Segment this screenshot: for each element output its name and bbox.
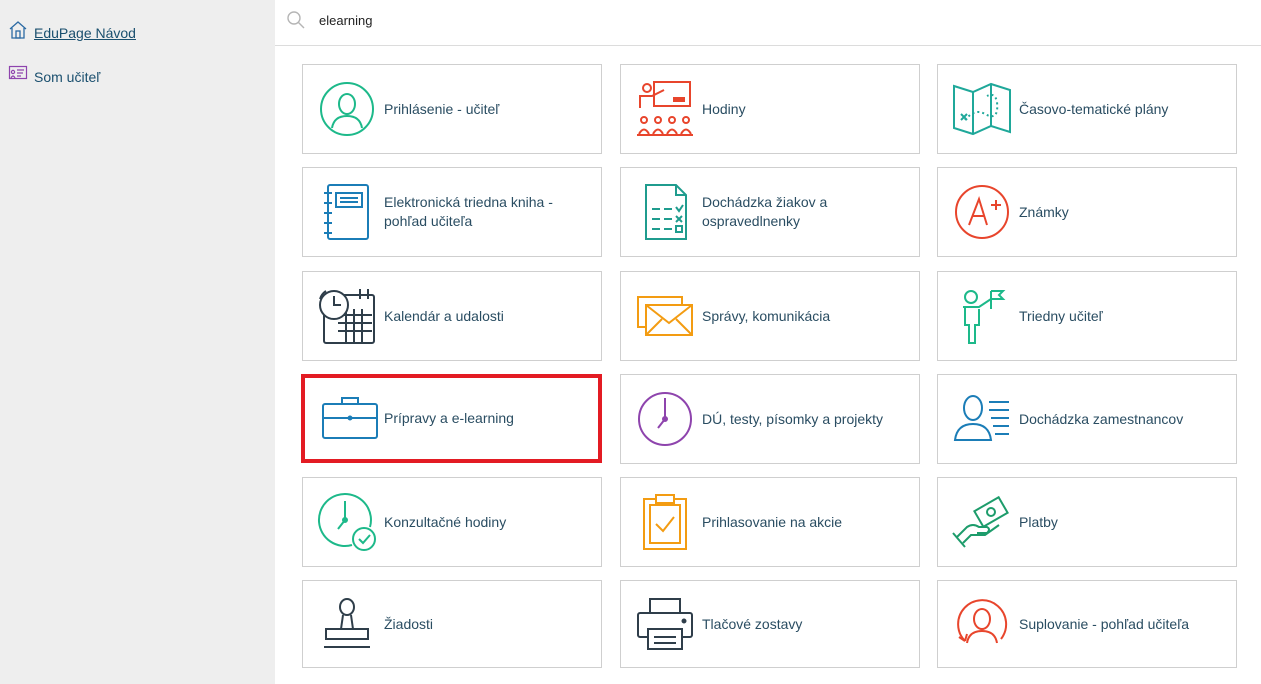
tile-tlacove-zostavy[interactable]: Tlačové zostavy <box>620 580 920 668</box>
tile-label: Žiadosti <box>384 615 434 632</box>
tile-label: DÚ, testy, písomky a projekty <box>702 410 884 427</box>
consult-clock-check-icon <box>316 491 378 553</box>
classroom-lesson-icon <box>634 78 696 140</box>
tile-spravy-komunikacia[interactable]: Správy, komunikácia <box>620 271 920 361</box>
sidebar-item-som-ucitel[interactable]: Som učiteľ <box>8 64 100 89</box>
tile-label: Kalendár a udalosti <box>384 307 504 324</box>
tile-label: Triedny učiteľ <box>1019 307 1103 324</box>
tile-label: Prihlásenie - učiteľ <box>384 100 500 117</box>
clipboard-check-icon <box>634 491 696 553</box>
class-teacher-flag-icon <box>951 285 1013 347</box>
attendance-sheet-icon <box>634 181 696 243</box>
tile-label: Dochádzka žiakov a ospravedlnenky <box>702 194 828 229</box>
tile-dochadzka-zamestnancov[interactable]: Dochádzka zamestnancov <box>937 374 1237 464</box>
calendar-clock-icon <box>316 285 378 347</box>
tile-label: Konzultačné hodiny <box>384 513 507 530</box>
tile-znamky[interactable]: Známky <box>937 167 1237 257</box>
tile-suplovanie[interactable]: Suplovanie - pohľad učiteľa <box>937 580 1237 668</box>
substitute-teacher-icon <box>951 593 1013 655</box>
hand-money-icon <box>951 491 1013 553</box>
tile-ziadosti[interactable]: Žiadosti <box>302 580 602 668</box>
briefcase-icon <box>319 388 381 450</box>
sidebar: EduPage Návod Som učiteľ <box>0 0 275 684</box>
tile-triedny-ucitel[interactable]: Triedny učiteľ <box>937 271 1237 361</box>
tile-label: Hodiny <box>702 100 746 117</box>
tile-label: Časovo-tematické plány <box>1019 100 1169 117</box>
grade-a-plus-icon <box>951 181 1013 243</box>
tile-kalendar-a-udalosti[interactable]: Kalendár a udalosti <box>302 271 602 361</box>
treasure-map-icon <box>951 78 1013 140</box>
stamp-icon <box>316 593 378 655</box>
tile-platby[interactable]: Platby <box>937 477 1237 567</box>
tile-prihlasenie-ucitel[interactable]: Prihlásenie - učiteľ <box>302 64 602 154</box>
teacher-board-icon <box>8 64 28 89</box>
tile-konzultacne-hodiny[interactable]: Konzultačné hodiny <box>302 477 602 567</box>
clock-icon <box>634 388 696 450</box>
search-bar <box>275 0 1261 46</box>
tile-label: Správy, komunikácia <box>702 307 831 324</box>
envelopes-icon <box>634 285 696 347</box>
tile-label: Prihlasovanie na akcie <box>702 513 843 530</box>
class-book-icon <box>316 181 378 243</box>
tile-dochadzka-ziakov[interactable]: Dochádzka žiakov a ospravedlnenky <box>620 167 920 257</box>
tile-pripravy-a-e-learning[interactable]: Prípravy a e-learning <box>301 374 602 463</box>
sidebar-item-edupage-navod[interactable]: EduPage Návod <box>8 20 136 45</box>
tile-label: Známky <box>1019 203 1069 220</box>
printer-icon <box>634 593 696 655</box>
tile-label: Tlačové zostavy <box>702 615 803 632</box>
tile-hodiny[interactable]: Hodiny <box>620 64 920 154</box>
sidebar-item-label: EduPage Návod <box>34 24 136 41</box>
tile-prihlasovanie-na-akcie[interactable]: Prihlasovanie na akcie <box>620 477 920 567</box>
search-icon <box>286 10 306 35</box>
tile-label: Prípravy a e-learning <box>384 410 514 426</box>
tile-du-testy-pisomky[interactable]: DÚ, testy, písomky a projekty <box>620 374 920 464</box>
tile-elektronicka-triedna-kniha[interactable]: Elektronická triedna kniha - pohľad učit… <box>302 167 602 257</box>
staff-attendance-icon <box>951 388 1013 450</box>
tile-label: Dochádzka zamestnancov <box>1019 410 1184 427</box>
tile-label: Suplovanie - pohľad učiteľa <box>1019 615 1190 632</box>
tile-label: Platby <box>1019 513 1058 530</box>
home-icon <box>8 20 28 45</box>
teacher-login-icon <box>316 78 378 140</box>
sidebar-item-label: Som učiteľ <box>34 68 101 85</box>
tile-casovo-tematicke-plany[interactable]: Časovo-tematické plány <box>937 64 1237 154</box>
tile-label: Elektronická triedna kniha - pohľad učit… <box>384 194 553 229</box>
search-input[interactable] <box>319 9 919 31</box>
